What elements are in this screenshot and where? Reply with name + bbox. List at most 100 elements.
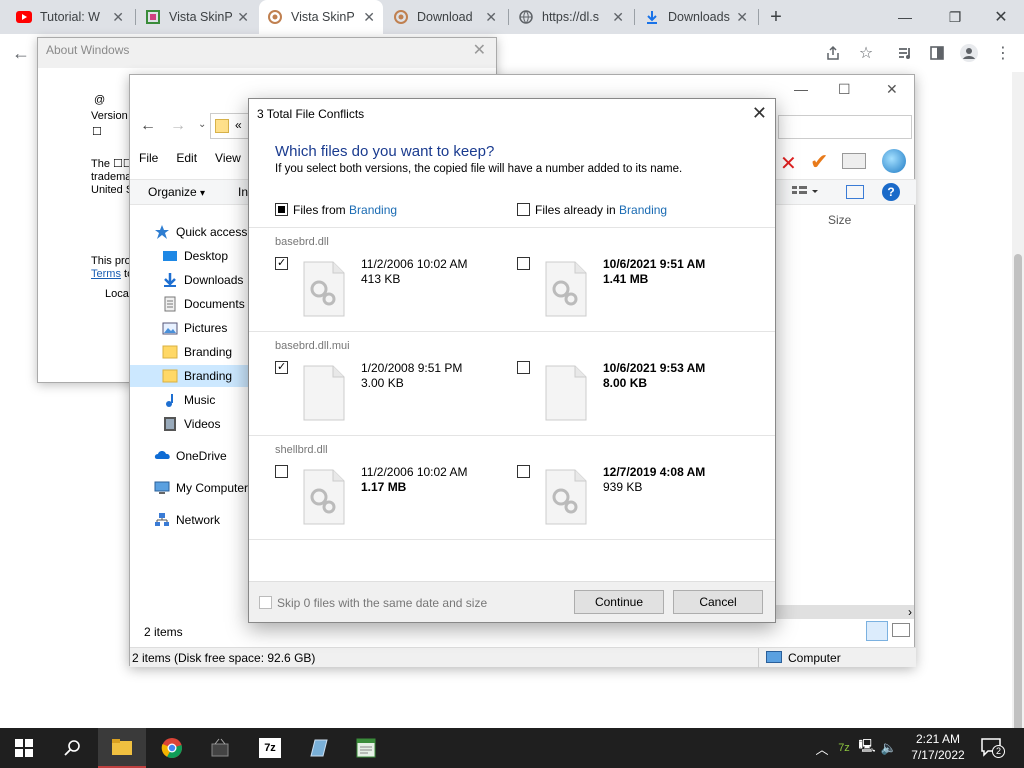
skip-same-files-checkbox[interactable]	[259, 596, 272, 609]
address-bar[interactable]: «	[210, 113, 250, 139]
new-tab-button[interactable]: +	[754, 0, 798, 34]
search-box[interactable]	[778, 115, 912, 139]
files-already-checkbox[interactable]	[517, 203, 530, 216]
7zip-tray-icon[interactable]: 7z	[832, 742, 856, 754]
app-taskbar-icon[interactable]	[294, 728, 342, 768]
close-icon[interactable]: ✕	[736, 9, 748, 26]
dll-file-icon	[545, 469, 587, 525]
menu-edit[interactable]: Edit	[167, 151, 206, 173]
menu-view[interactable]: View	[206, 151, 250, 173]
tab-download[interactable]: Download ✕	[385, 0, 505, 34]
minimize-icon[interactable]: —	[882, 0, 928, 34]
nav-downloads[interactable]: Downloads	[162, 269, 243, 291]
chevron-up-icon[interactable]: ︿	[812, 739, 832, 758]
view-options-icon[interactable]	[790, 185, 820, 201]
nav-branding[interactable]: Branding	[162, 341, 232, 363]
item-count: 2 items	[144, 625, 183, 639]
nav-music[interactable]: Music	[162, 389, 215, 411]
close-window-icon[interactable]: ✕	[978, 0, 1024, 34]
details-view-icon[interactable]	[866, 621, 888, 641]
nav-videos[interactable]: Videos	[162, 413, 220, 435]
nav-my-computer[interactable]: My Computer	[154, 477, 248, 499]
dialog-footer: Skip 0 files with the same date and size…	[249, 581, 775, 622]
nav-quick-access[interactable]: Quick access	[154, 221, 247, 243]
tab-tutorial[interactable]: Tutorial: W ✕	[8, 0, 132, 34]
tab-downloads[interactable]: Downloads ✕	[636, 0, 756, 34]
organize-button[interactable]: Organize ▾	[148, 185, 205, 199]
network-icon	[154, 512, 170, 528]
close-icon[interactable]: ✕	[237, 9, 249, 26]
back-icon[interactable]: ←	[10, 42, 32, 64]
network-tray-icon[interactable]: 🖳	[856, 737, 878, 759]
close-icon[interactable]: ✕	[886, 81, 898, 98]
desktop-icon	[162, 248, 178, 264]
preview-pane-icon[interactable]	[846, 185, 864, 199]
tab-dl-url[interactable]: https://dl.s ✕	[510, 0, 632, 34]
file-name-shellbrd-dll: shellbrd.dll	[275, 444, 328, 456]
tab-vista-skinpack-1[interactable]: Vista SkinP ✕	[137, 0, 257, 34]
side-panel-icon[interactable]	[926, 42, 948, 64]
menu-dots-icon[interactable]: ⋮	[992, 42, 1014, 64]
keep-dest-checkbox-2[interactable]	[517, 361, 530, 374]
file-explorer-taskbar-icon[interactable]	[98, 728, 146, 768]
nav-desktop[interactable]: Desktop	[162, 245, 228, 267]
cancel-button[interactable]: Cancel	[673, 590, 763, 614]
media-player-taskbar-icon[interactable]	[196, 728, 244, 768]
media-icon[interactable]	[894, 42, 916, 64]
nav-pictures[interactable]: Pictures	[162, 317, 227, 339]
forward-icon[interactable]: →	[170, 117, 186, 135]
close-icon[interactable]: ✕	[473, 40, 486, 60]
recent-dropdown-icon[interactable]: ⌄	[198, 119, 206, 130]
keep-dest-checkbox-3[interactable]	[517, 465, 530, 478]
checkmark-icon[interactable]: ✔	[810, 149, 834, 174]
nav-documents[interactable]: Documents	[162, 293, 245, 315]
restore-icon[interactable]: ❐	[932, 0, 978, 34]
nav-network[interactable]: Network	[154, 509, 220, 531]
keep-dest-checkbox-1[interactable]	[517, 257, 530, 270]
globe-icon[interactable]	[882, 149, 906, 173]
keep-source-checkbox-2[interactable]	[275, 360, 288, 374]
terms-link[interactable]: Terms	[91, 268, 121, 280]
start-button[interactable]	[0, 728, 48, 768]
nav-onedrive[interactable]: OneDrive	[154, 445, 227, 467]
profile-icon[interactable]	[958, 42, 980, 64]
help-icon[interactable]: ?	[882, 183, 900, 201]
large-icons-view-icon[interactable]	[892, 623, 910, 637]
pictures-icon	[162, 320, 178, 336]
page-scrollbar[interactable]	[1012, 72, 1024, 768]
chrome-taskbar-icon[interactable]	[148, 728, 196, 768]
bookmark-star-icon[interactable]: ☆	[855, 42, 877, 64]
close-icon[interactable]: ✕	[485, 9, 497, 26]
maximize-icon[interactable]: ☐	[838, 81, 851, 98]
search-icon[interactable]	[48, 728, 96, 768]
dialog-heading: Which files do you want to keep?	[275, 143, 495, 160]
notepad-taskbar-icon[interactable]	[342, 728, 390, 768]
horizontal-scrollbar[interactable]: ›	[776, 605, 914, 619]
size-column-header[interactable]: Size	[828, 213, 851, 227]
files-already-label: Files already in Branding	[535, 203, 668, 217]
keep-source-checkbox-3[interactable]	[275, 465, 288, 478]
blank-file-icon	[545, 365, 587, 421]
7zip-taskbar-icon[interactable]: 7z	[246, 728, 294, 768]
close-icon[interactable]: ✕	[363, 9, 375, 26]
delete-x-icon[interactable]: ✕	[780, 151, 802, 175]
tab-vista-skinpack-2[interactable]: Vista SkinP ✕	[259, 0, 383, 34]
clock[interactable]: 2:21 AM 7/17/2022	[908, 731, 968, 763]
back-icon[interactable]: ←	[140, 117, 156, 135]
continue-button[interactable]: Continue	[574, 590, 664, 614]
properties-icon[interactable]	[842, 153, 866, 169]
share-icon[interactable]	[822, 42, 844, 64]
keep-source-checkbox-1[interactable]	[275, 256, 288, 270]
notification-center-icon[interactable]: 2	[980, 737, 1005, 759]
minimize-icon[interactable]: —	[794, 81, 808, 97]
nav-branding-selected[interactable]: Branding	[130, 365, 250, 387]
close-icon[interactable]: ✕	[112, 9, 124, 26]
close-icon[interactable]: ✕	[612, 9, 624, 26]
close-icon[interactable]: ✕	[752, 103, 767, 124]
volume-icon[interactable]: 🔈	[878, 740, 900, 756]
menu-file[interactable]: File	[130, 151, 167, 173]
files-from-checkbox[interactable]	[275, 203, 288, 216]
music-icon	[162, 392, 178, 408]
folder-icon	[162, 368, 178, 384]
vistaskin-icon	[393, 9, 409, 25]
